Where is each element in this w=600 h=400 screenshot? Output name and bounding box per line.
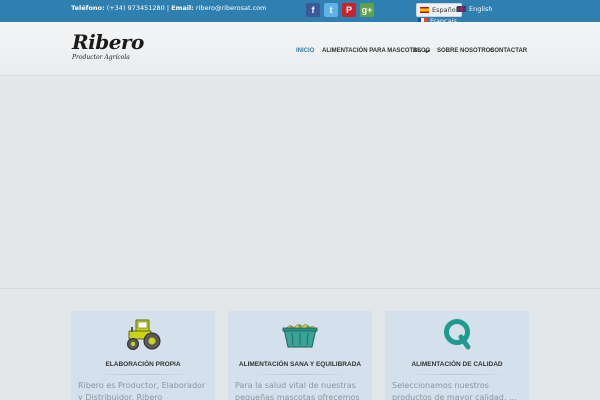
feature-card[interactable]: ALIMENTACIÓN SANA Y EQUILIBRADA Para la … [228,311,372,400]
feature-text: Para la salud vital de nuestras pequeñas… [235,381,360,400]
phone-number[interactable]: (+34) 973451280 [107,4,165,12]
feature-divider [250,374,350,375]
feature-title: ALIMENTACIÓN DE CALIDAD [411,361,503,368]
hero-slider [0,77,600,288]
nav-sobre-nosotros[interactable]: SOBRE NOSOTROS [437,46,494,56]
googleplus-icon[interactable]: g+ [360,3,374,17]
logo-text: Ribero [72,30,144,54]
feature-text: Ribero es Productor, Elaborador y Distri… [78,381,206,400]
uk-flag-icon [457,6,466,12]
site-logo[interactable]: Ribero Productor Agrícola [72,30,144,61]
feature-title: ALIMENTACIÓN SANA Y EQUILIBRADA [238,361,362,368]
logo-tagline: Productor Agrícola [72,54,130,61]
tractor-icon [127,319,161,350]
feature-divider [93,374,193,375]
feature-title: ELABORACIÓN PROPIA [105,361,181,368]
pinterest-icon[interactable]: P [342,3,356,17]
email-label: Email: [171,4,194,12]
twitter-icon[interactable]: t [324,3,338,17]
facebook-icon[interactable]: f [306,3,320,17]
nav-contactar[interactable]: CONTACTAR [490,46,527,56]
top-bar: Teléfono: (+34) 973451280 | Email: riber… [0,0,600,22]
spain-flag-icon [420,7,429,13]
social-links: f t P g+ [306,3,374,17]
contact-separator: | [166,4,170,12]
email-address[interactable]: ribero@riberosat.com [196,4,267,12]
language-english[interactable]: English [457,5,492,13]
quality-q-icon [444,319,471,350]
phone-label: Teléfono: [71,4,105,12]
feature-card[interactable]: ELABORACIÓN PROPIA Ribero es Productor, … [71,311,215,400]
feature-card[interactable]: ALIMENTACIÓN DE CALIDAD Seleccionamos nu… [385,311,529,400]
feature-text: Seleccionamos nuestros productos de mayo… [392,381,517,400]
contact-info: Teléfono: (+34) 973451280 | Email: riber… [71,4,266,12]
nav-alimentacion-label: ALIMENTACIÓN PARA MASCOTAS [322,48,422,54]
language-spanish[interactable]: Español [416,3,462,17]
nav-blog[interactable]: BLOG [413,46,430,56]
language-label: English [469,5,493,13]
feature-divider [407,374,507,375]
language-label: Español [432,6,458,14]
feed-container-icon [282,324,318,348]
nav-inicio[interactable]: INICIO [296,46,314,56]
